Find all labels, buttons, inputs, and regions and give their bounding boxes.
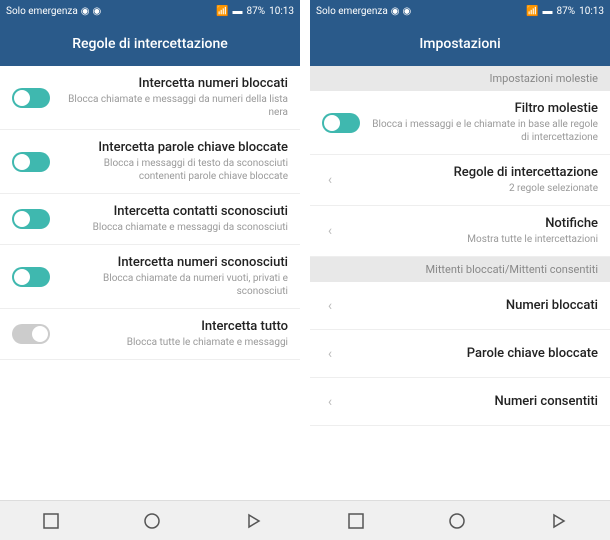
battery-icon: ▬ [233,6,243,17]
signal-icon: ◉ [391,6,400,17]
app-bar: Regole di intercettazione [0,22,300,66]
row-allowed-numbers[interactable]: ‹ Numeri consentiti [310,378,610,426]
chevron-left-icon: ‹ [322,223,338,239]
row-title: Notifiche [348,216,598,231]
status-bar: 10:13 87% ▬ 📶 ◉ ◉ Solo emergenza [310,0,610,22]
row-subtitle: Blocca i messaggi di testo da sconosciut… [60,157,288,183]
nav-home-button[interactable] [138,507,166,535]
nav-bar [0,500,610,540]
carrier-text: Solo emergenza [6,6,78,17]
row-title: Intercetta numeri bloccati [60,76,288,91]
row-block-unknown-numbers[interactable]: Intercetta numeri sconosciuti Blocca chi… [0,245,300,309]
toggle-block-numbers[interactable] [12,88,50,108]
battery-text: 87% [247,6,266,17]
row-intercept-rules[interactable]: ‹ Regole di intercettazione 2 regole sel… [310,155,610,206]
row-block-all[interactable]: Intercetta tutto Blocca tutte le chiamat… [0,309,300,360]
row-blocked-numbers[interactable]: ‹ Numeri bloccati [310,282,610,330]
settings-list: Intercetta numeri bloccati Blocca chiama… [0,66,300,500]
row-subtitle: Blocca tutte le chiamate e messaggi [60,336,288,349]
page-title: Regole di intercettazione [72,36,228,52]
toggle-block-keywords[interactable] [12,152,50,172]
row-subtitle: Blocca i messaggi e le chiamate in base … [370,118,598,144]
wifi-icon: 📶 [526,6,538,17]
signal-icon: ◉ [403,6,412,17]
row-block-keywords[interactable]: Intercetta parole chiave bloccate Blocca… [0,130,300,194]
row-title: Intercetta numeri sconosciuti [60,255,288,270]
right-screen: 10:13 87% ▬ 📶 ◉ ◉ Solo emergenza Imposta… [310,0,610,500]
row-subtitle: Mostra tutte le intercettazioni [348,233,598,246]
page-title: Impostazioni [419,36,500,52]
app-bar: Impostazioni [310,22,610,66]
carrier-text: Solo emergenza [316,6,388,17]
signal-icon: ◉ [81,6,90,17]
row-title: Filtro molestie [370,101,598,116]
battery-text: 87% [557,6,576,17]
wifi-icon: 📶 [216,6,228,17]
row-title: Numeri bloccati [348,298,598,313]
row-block-unknown-contacts[interactable]: Intercetta contatti sconosciuti Blocca c… [0,194,300,245]
row-title: Intercetta contatti sconosciuti [60,204,288,219]
row-title: Numeri consentiti [348,394,598,409]
signal-icon: ◉ [93,6,102,17]
nav-home-button[interactable] [443,507,471,535]
settings-list: Impostazioni molestie Filtro molestie Bl… [310,66,610,500]
section-header-senders: Mittenti bloccati/Mittenti consentiti [310,257,610,282]
status-time: 10:13 [579,6,604,17]
nav-recent-button[interactable] [342,507,370,535]
row-title: Intercetta tutto [60,319,288,334]
toggle-unknown-contacts[interactable] [12,209,50,229]
row-blocked-keywords[interactable]: ‹ Parole chiave bloccate [310,330,610,378]
row-title: Regole di intercettazione [348,165,598,180]
row-notifications[interactable]: ‹ Notifiche Mostra tutte le intercettazi… [310,206,610,257]
toggle-block-all[interactable] [12,324,50,344]
row-subtitle: Blocca chiamate e messaggi da numeri del… [60,93,288,119]
row-title: Parole chiave bloccate [348,346,598,361]
chevron-left-icon: ‹ [322,172,338,188]
chevron-left-icon: ‹ [322,394,338,410]
status-bar: 10:13 87% ▬ 📶 ◉ ◉ Solo emergenza [0,0,300,22]
status-time: 10:13 [269,6,294,17]
nav-back-button[interactable] [545,507,573,535]
left-screen: 10:13 87% ▬ 📶 ◉ ◉ Solo emergenza Regole … [0,0,300,500]
row-harassment-filter[interactable]: Filtro molestie Blocca i messaggi e le c… [310,91,610,155]
row-subtitle: Blocca chiamate da numeri vuoti, privati… [60,272,288,298]
nav-recent-button[interactable] [37,507,65,535]
chevron-left-icon: ‹ [322,298,338,314]
row-subtitle: 2 regole selezionate [348,182,598,195]
row-subtitle: Blocca chiamate e messaggi da sconosciut… [60,221,288,234]
battery-icon: ▬ [543,6,553,17]
section-header-harassment: Impostazioni molestie [310,66,610,91]
row-block-numbers[interactable]: Intercetta numeri bloccati Blocca chiama… [0,66,300,130]
chevron-left-icon: ‹ [322,346,338,362]
toggle-unknown-numbers[interactable] [12,267,50,287]
nav-back-button[interactable] [240,507,268,535]
row-title: Intercetta parole chiave bloccate [60,140,288,155]
toggle-harassment-filter[interactable] [322,113,360,133]
